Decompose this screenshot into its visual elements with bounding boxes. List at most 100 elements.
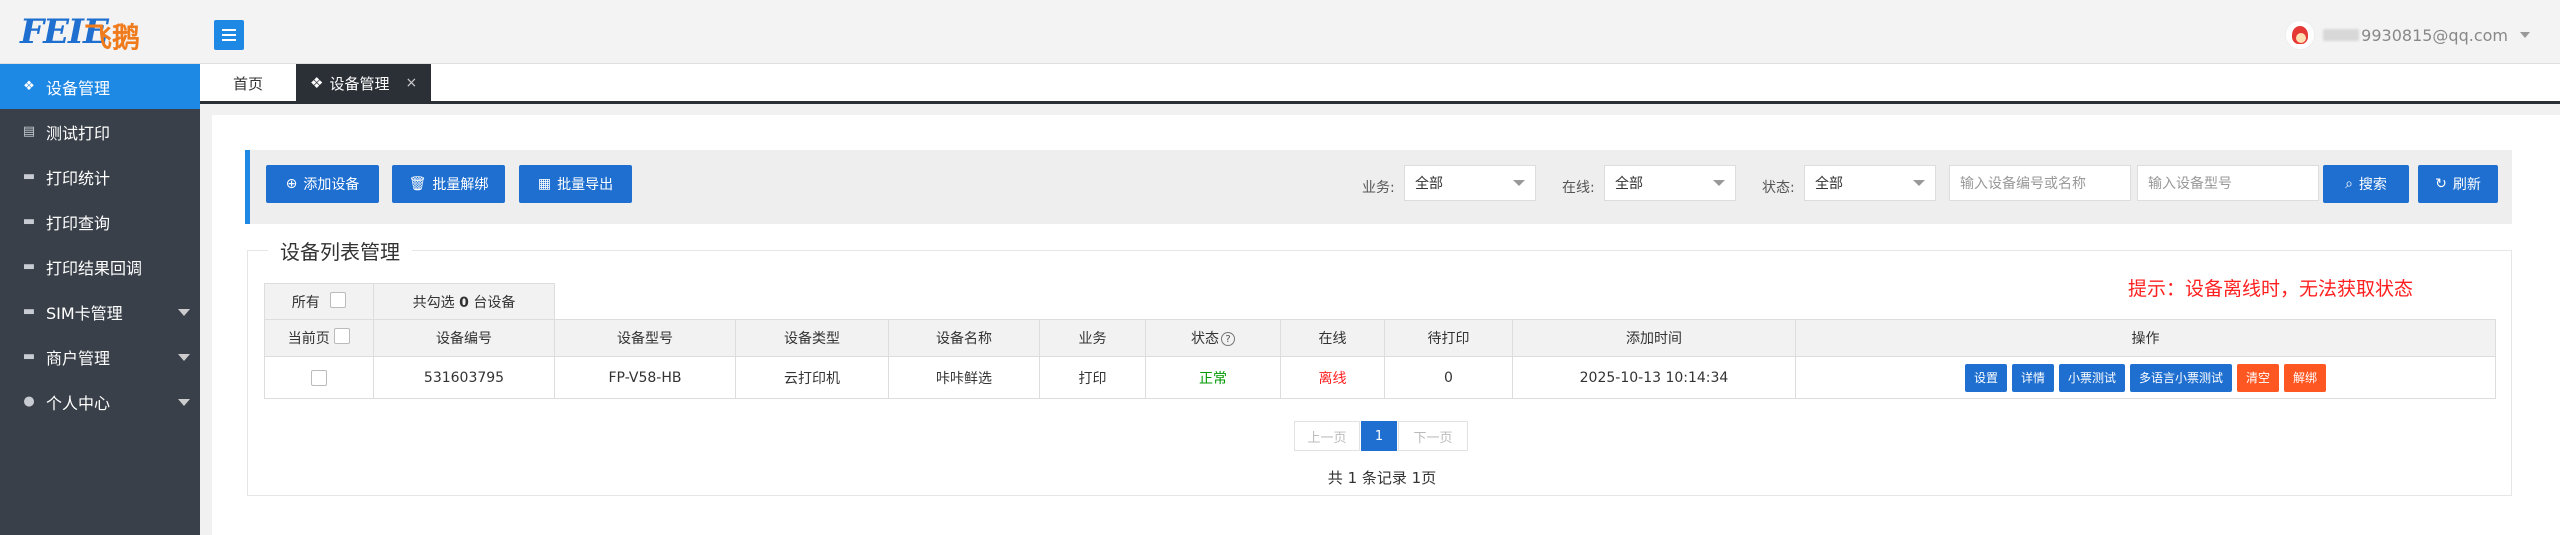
detail-button[interactable]: 详情 [2011, 363, 2054, 392]
column-header: 待打印 [1384, 319, 1513, 357]
sidebar-item-sim-management[interactable]: ▬ SIM卡管理 [0, 289, 200, 334]
clear-button[interactable]: 清空 [2237, 363, 2280, 392]
status-filter-label: 状态: [1762, 180, 1795, 196]
select-all-label: 所有 [291, 294, 320, 311]
search-button[interactable]: ⌕ 搜索 [2323, 165, 2409, 203]
select-value: 全部 [1615, 176, 1643, 192]
select-value: 全部 [1815, 176, 1843, 192]
current-page-header: 当前页 [264, 319, 374, 357]
table-row: 531603795 FP-V58-HB 云打印机 咔咔鲜选 打印 正常 离线 0… [264, 356, 2496, 399]
column-header: 设备型号 [554, 319, 736, 357]
column-header: 在线 [1280, 319, 1385, 357]
tab-label: 设备管理 [329, 74, 390, 93]
prev-page-button[interactable]: 上一页 [1294, 421, 1360, 451]
tab-device-management[interactable]: ❖ 设备管理 × [296, 64, 431, 102]
avatar [2285, 20, 2316, 50]
selected-suffix: 台设备 [473, 294, 516, 311]
row-checkbox[interactable] [311, 369, 327, 386]
logo-cn: 飞鹅 [84, 21, 141, 54]
button-label: 批量解绑 [432, 177, 489, 193]
button-label: 刷新 [2452, 177, 2481, 193]
device-code-search-input[interactable]: 输入设备编号或名称 [1949, 165, 2131, 201]
column-header: 设备编号 [373, 319, 555, 357]
device-model-search-input[interactable]: 输入设备型号 [2137, 165, 2319, 201]
chevron-down-icon [178, 309, 190, 316]
user-icon: ● [23, 394, 35, 409]
cell-online: 离线 [1280, 356, 1385, 399]
hamburger-icon [222, 29, 236, 31]
tab-home[interactable]: 首页 [200, 64, 296, 102]
column-header-label: 状态 [1191, 331, 1219, 347]
settings-button[interactable]: 设置 [1964, 363, 2007, 392]
page-1-button[interactable]: 1 [1361, 421, 1397, 451]
trash-icon: 🗑 [408, 176, 427, 192]
table-header-row: 当前页 设备编号 设备型号 设备类型 设备名称 业务 状态? 在线 待打印 添加… [264, 319, 2496, 357]
user-email: 9930815@qq.com [2361, 25, 2508, 45]
select-all-cell: 所有 [264, 283, 374, 320]
search-icon: ⌕ [2345, 176, 2353, 192]
device-table: 当前页 设备编号 设备型号 设备类型 设备名称 业务 状态? 在线 待打印 添加… [264, 319, 2496, 399]
unbind-button[interactable]: 解绑 [2284, 363, 2327, 392]
sidebar-item-device-management[interactable]: ❖ 设备管理 [0, 64, 200, 109]
ticket-test-button[interactable]: 小票测试 [2058, 363, 2125, 392]
sidebar-item-label: 个人中心 [46, 393, 111, 413]
chevron-down-icon [1913, 180, 1925, 186]
plus-circle-icon: ⊕ [285, 176, 298, 192]
button-label: 添加设备 [303, 177, 360, 193]
column-header: 设备名称 [888, 319, 1040, 357]
close-icon[interactable]: × [405, 75, 417, 91]
status-filter-select[interactable]: 全部 [1804, 165, 1936, 201]
column-header: 状态? [1145, 319, 1281, 357]
sidebar-item-label: 测试打印 [46, 123, 111, 143]
selected-prefix: 共勾选 [412, 294, 455, 311]
brand-logo[interactable]: FEIE 飞鹅 [20, 12, 140, 54]
sidebar-item-merchant-management[interactable]: ▬ 商户管理 [0, 334, 200, 379]
cell-added-time: 2025-10-13 10:14:34 [1512, 356, 1796, 399]
cell-device-model: FP-V58-HB [554, 356, 736, 399]
user-menu[interactable]: 9930815@qq.com [2285, 20, 2530, 50]
batch-unbind-button[interactable]: 🗑 批量解绑 [392, 165, 505, 203]
batch-export-button[interactable]: ▦ 批量导出 [519, 165, 632, 203]
online-filter-label: 在线: [1562, 180, 1595, 196]
column-header: 业务 [1039, 319, 1146, 357]
next-page-button[interactable]: 下一页 [1398, 421, 1468, 451]
sidebar-item-print-stats[interactable]: ▬ 打印统计 [0, 154, 200, 199]
selected-count-cell: 共勾选 0 台设备 [373, 283, 555, 320]
sidebar-item-test-print[interactable]: ▤ 测试打印 [0, 109, 200, 154]
online-filter-select[interactable]: 全部 [1604, 165, 1736, 201]
cell-business: 打印 [1039, 356, 1146, 399]
cell-status: 正常 [1145, 356, 1281, 399]
column-header: 添加时间 [1512, 319, 1796, 357]
business-filter-select[interactable]: 全部 [1404, 165, 1536, 201]
menu-toggle-button[interactable] [214, 20, 244, 50]
button-label: 搜索 [2358, 177, 2387, 193]
sidebar-item-label: 商户管理 [46, 348, 111, 368]
chevron-down-icon [1713, 180, 1725, 186]
cell-device-name: 咔咔鲜选 [888, 356, 1040, 399]
help-icon[interactable]: ? [1221, 332, 1235, 346]
sidebar-item-label: SIM卡管理 [46, 303, 123, 323]
sidebar-item-label: 打印结果回调 [46, 258, 143, 278]
devices-icon: ❖ [310, 74, 324, 92]
cell-device-code: 531603795 [373, 356, 555, 399]
section-title: 设备列表管理 [268, 236, 412, 265]
select-all-checkbox[interactable] [330, 291, 347, 308]
chat-icon: ▬ [22, 169, 36, 184]
sidebar-item-print-query[interactable]: ▬ 打印查询 [0, 199, 200, 244]
refresh-button[interactable]: ↻ 刷新 [2418, 165, 2498, 203]
chat-icon: ▬ [22, 304, 36, 319]
sidebar-item-personal-center[interactable]: ● 个人中心 [0, 379, 200, 424]
sidebar-item-print-callback[interactable]: ▬ 打印结果回调 [0, 244, 200, 289]
multi-lang-ticket-test-button[interactable]: 多语言小票测试 [2130, 363, 2233, 392]
business-filter-label: 业务: [1362, 180, 1395, 196]
column-header: 设备类型 [735, 319, 889, 357]
pagination-summary: 共 1 条记录 1页 [1327, 469, 1437, 487]
sidebar-item-label: 设备管理 [46, 78, 111, 98]
select-value: 全部 [1415, 176, 1443, 192]
add-device-button[interactable]: ⊕ 添加设备 [266, 165, 379, 203]
masked-text [2323, 29, 2360, 41]
table-icon: ▦ [537, 176, 552, 192]
sidebar-item-label: 打印查询 [46, 213, 111, 233]
current-page-label: 当前页 [287, 331, 330, 347]
current-page-checkbox[interactable] [334, 328, 351, 344]
